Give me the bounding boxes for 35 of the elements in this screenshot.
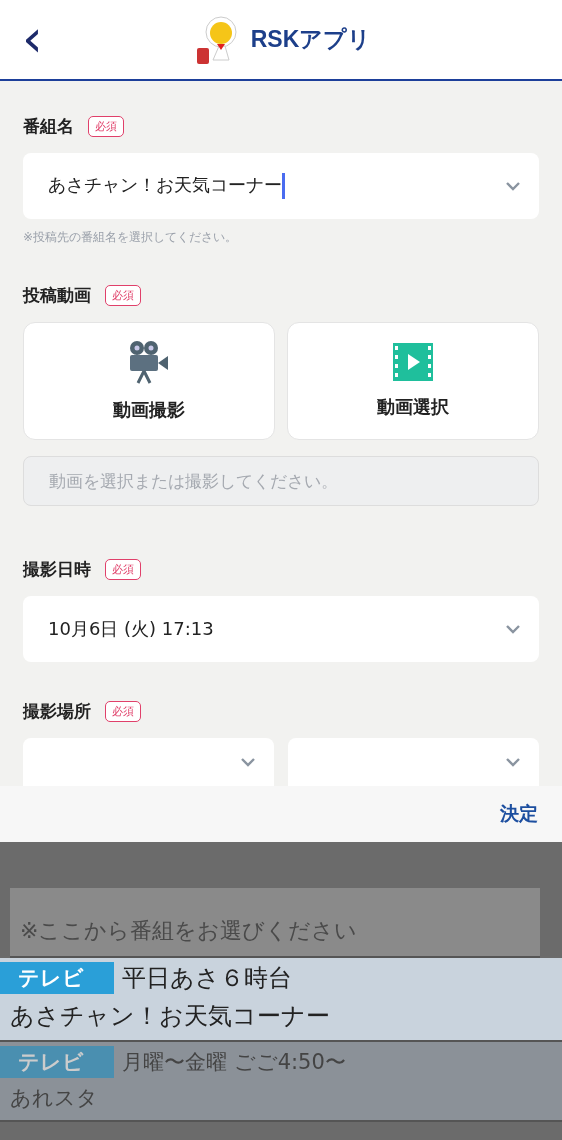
film-play-icon	[393, 343, 433, 381]
field-label: 投稿動画	[23, 283, 91, 307]
chevron-down-icon	[505, 757, 521, 767]
text-cursor	[282, 173, 285, 199]
required-badge: 必須	[105, 700, 141, 722]
program-option[interactable]: テレビ 平日あさ６時台 あさチャン！お天気コーナー	[0, 958, 562, 1042]
select-field[interactable]: あさチャン！お天気コーナー	[23, 153, 539, 219]
select-field[interactable]	[288, 738, 539, 786]
movie-camera-icon	[129, 340, 169, 384]
field-label: 撮影日時	[23, 557, 91, 581]
chevron-down-icon	[505, 624, 521, 634]
field-label: 番組名	[23, 114, 74, 138]
hint-text: ※投稿先の番組名を選択してください。	[23, 229, 239, 246]
video-option-button[interactable]: 動画撮影	[23, 322, 275, 440]
required-badge: 必須	[105, 284, 141, 306]
broadcast-time: 平日あさ６時台	[122, 963, 292, 994]
done-button[interactable]: 決定	[500, 801, 538, 827]
select-field[interactable]	[23, 738, 274, 786]
select-field[interactable]: 10月6日 (火) 17:13	[23, 596, 539, 662]
chevron-down-icon	[240, 757, 256, 767]
required-badge: 必須	[105, 558, 141, 580]
required-badge: 必須	[88, 115, 124, 137]
field-value: あさチャン！お天気コーナー	[48, 173, 285, 199]
chevron-down-icon	[505, 181, 521, 191]
program-title: あさチャン！お天気コーナー	[9, 1001, 331, 1032]
tv-tag: テレビ	[0, 962, 114, 994]
video-status-field: 動画を選択または撮影してください。	[23, 456, 539, 506]
broadcast-time: 月曜〜金曜 ごご4:50〜	[122, 1049, 346, 1076]
app-title: RSKアプリ	[250, 25, 372, 54]
picker-hint: ※ここから番組をお選びください	[10, 888, 540, 958]
field-label: 撮影場所	[23, 699, 91, 723]
program-title: あれスタ	[9, 1085, 99, 1112]
back-button[interactable]: ‹	[18, 18, 47, 58]
tv-tag: テレビ	[0, 1046, 114, 1078]
video-option-button[interactable]: 動画選択	[287, 322, 539, 440]
